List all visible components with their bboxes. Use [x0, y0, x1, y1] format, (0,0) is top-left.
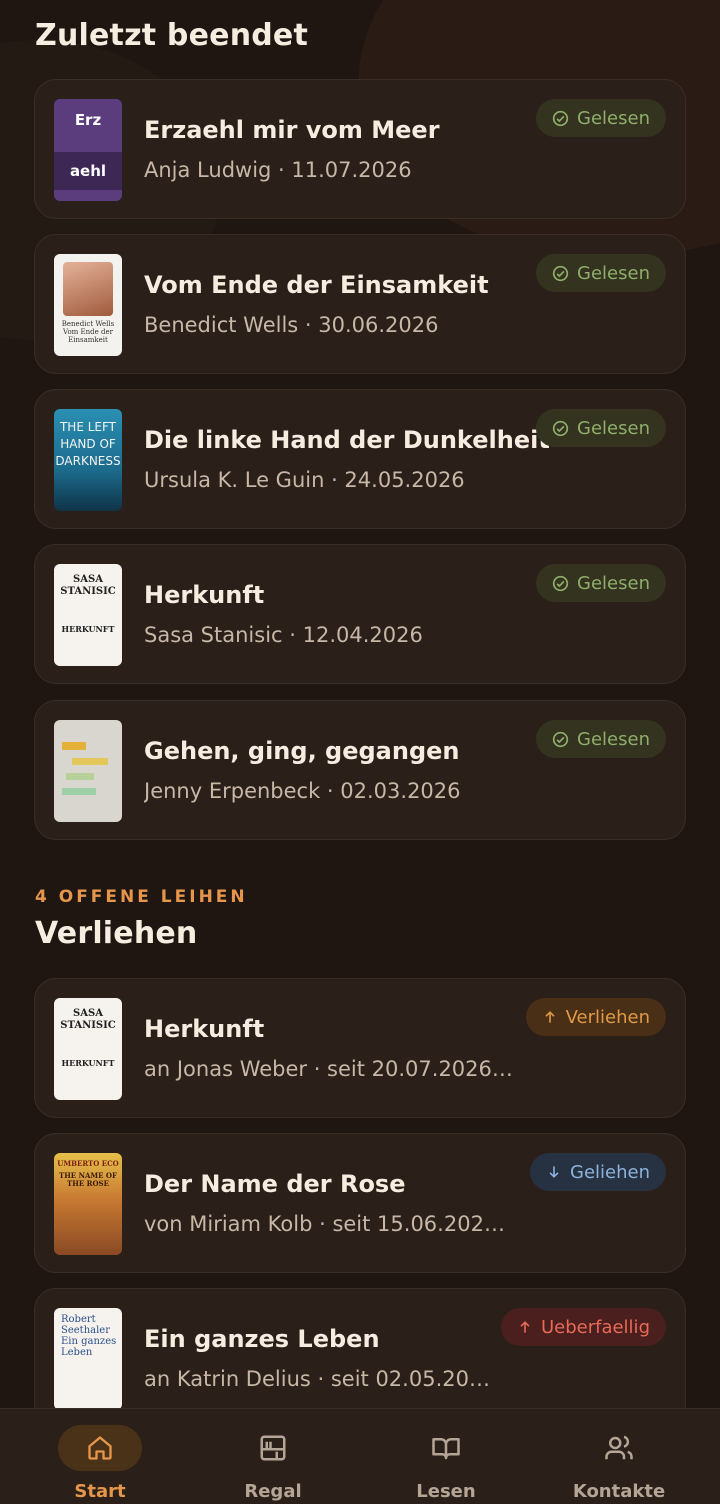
book-cover: SASA STANISIC HERKUNFT: [54, 564, 122, 666]
book-subtitle: Ursula K. Le Guin · 24.05.2026: [144, 468, 465, 492]
status-badge-read: Gelesen: [536, 409, 666, 447]
contacts-icon: [577, 1425, 661, 1471]
finished-book-card[interactable]: SASA STANISIC HERKUNFT Herkunft Sasa Sta…: [34, 544, 686, 684]
book-subtitle: Jenny Erpenbeck · 02.03.2026: [144, 779, 461, 803]
status-badge-borrowed: Geliehen: [530, 1153, 666, 1191]
status-badge-lent: Verliehen: [525, 998, 666, 1036]
home-icon: [58, 1425, 142, 1471]
nav-item-lesen[interactable]: Lesen: [356, 1409, 536, 1504]
book-title: Gehen, ging, gegangen: [144, 737, 460, 765]
book-cover: Robert Seethaler Ein ganzes Leben: [54, 1308, 122, 1410]
bottom-navigation: Start Regal Lesen Kontakte: [0, 1408, 720, 1504]
shelf-icon: [231, 1425, 315, 1471]
arrow-up-icon: [542, 1009, 558, 1025]
lent-kicker: 4 OFFENE LEIHEN: [35, 887, 248, 907]
book-cover: UMBERTO ECO THE NAME OF THE ROSE: [54, 1153, 122, 1255]
check-circle-icon: [552, 265, 569, 282]
book-subtitle: an Jonas Weber · seit 20.07.2026…: [144, 1057, 513, 1081]
status-badge-read: Gelesen: [536, 720, 666, 758]
nav-item-regal[interactable]: Regal: [183, 1409, 363, 1504]
book-cover: SASA STANISIC HERKUNFT: [54, 998, 122, 1100]
book-subtitle: Anja Ludwig · 11.07.2026: [144, 158, 412, 182]
lent-book-card[interactable]: UMBERTO ECO THE NAME OF THE ROSE Der Nam…: [34, 1133, 686, 1273]
check-circle-icon: [552, 575, 569, 592]
book-title: Der Name der Rose: [144, 1170, 406, 1198]
book-subtitle: von Miriam Kolb · seit 15.06.2026 ·…: [144, 1212, 514, 1236]
finished-book-card[interactable]: Erz aehl Erzaehl mir vom Meer Anja Ludwi…: [34, 79, 686, 219]
check-circle-icon: [552, 110, 569, 127]
nav-item-start[interactable]: Start: [10, 1409, 190, 1504]
book-cover: Erz aehl: [54, 99, 122, 201]
arrow-down-icon: [546, 1164, 562, 1180]
book-title: Vom Ende der Einsamkeit: [144, 271, 489, 299]
arrow-up-icon: [517, 1319, 533, 1335]
status-badge-overdue: Ueberfaellig: [500, 1308, 666, 1346]
book-subtitle: an Katrin Delius · seit 02.05.20…: [144, 1367, 490, 1391]
book-title: Herkunft: [144, 581, 265, 609]
finished-book-card[interactable]: Gehen, ging, gegangen Jenny Erpenbeck · …: [34, 700, 686, 840]
finished-book-card[interactable]: THE LEFT HAND OF DARKNESS Die linke Hand…: [34, 389, 686, 529]
book-subtitle: Sasa Stanisic · 12.04.2026: [144, 623, 423, 647]
check-circle-icon: [552, 731, 569, 748]
book-open-icon: [404, 1425, 488, 1471]
section-title-finished: Zuletzt beendet: [35, 18, 309, 53]
status-badge-read: Gelesen: [536, 99, 666, 137]
book-cover: Benedict Wells Vom Ende der Einsamkeit: [54, 254, 122, 356]
status-badge-read: Gelesen: [536, 564, 666, 602]
book-title: Die linke Hand der Dunkelheit: [144, 426, 550, 454]
nav-item-kontakte[interactable]: Kontakte: [529, 1409, 709, 1504]
section-title-lent: Verliehen: [35, 916, 198, 951]
check-circle-icon: [552, 420, 569, 437]
book-title: Erzaehl mir vom Meer: [144, 116, 440, 144]
book-title: Herkunft: [144, 1015, 265, 1043]
status-badge-read: Gelesen: [536, 254, 666, 292]
lent-book-card[interactable]: Robert Seethaler Ein ganzes Leben Ein ga…: [34, 1288, 686, 1428]
book-subtitle: Benedict Wells · 30.06.2026: [144, 313, 439, 337]
lent-book-card[interactable]: SASA STANISIC HERKUNFT Herkunft an Jonas…: [34, 978, 686, 1118]
book-cover: THE LEFT HAND OF DARKNESS: [54, 409, 122, 511]
book-title: Ein ganzes Leben: [144, 1325, 380, 1353]
finished-book-card[interactable]: Benedict Wells Vom Ende der Einsamkeit V…: [34, 234, 686, 374]
book-cover: [54, 720, 122, 822]
